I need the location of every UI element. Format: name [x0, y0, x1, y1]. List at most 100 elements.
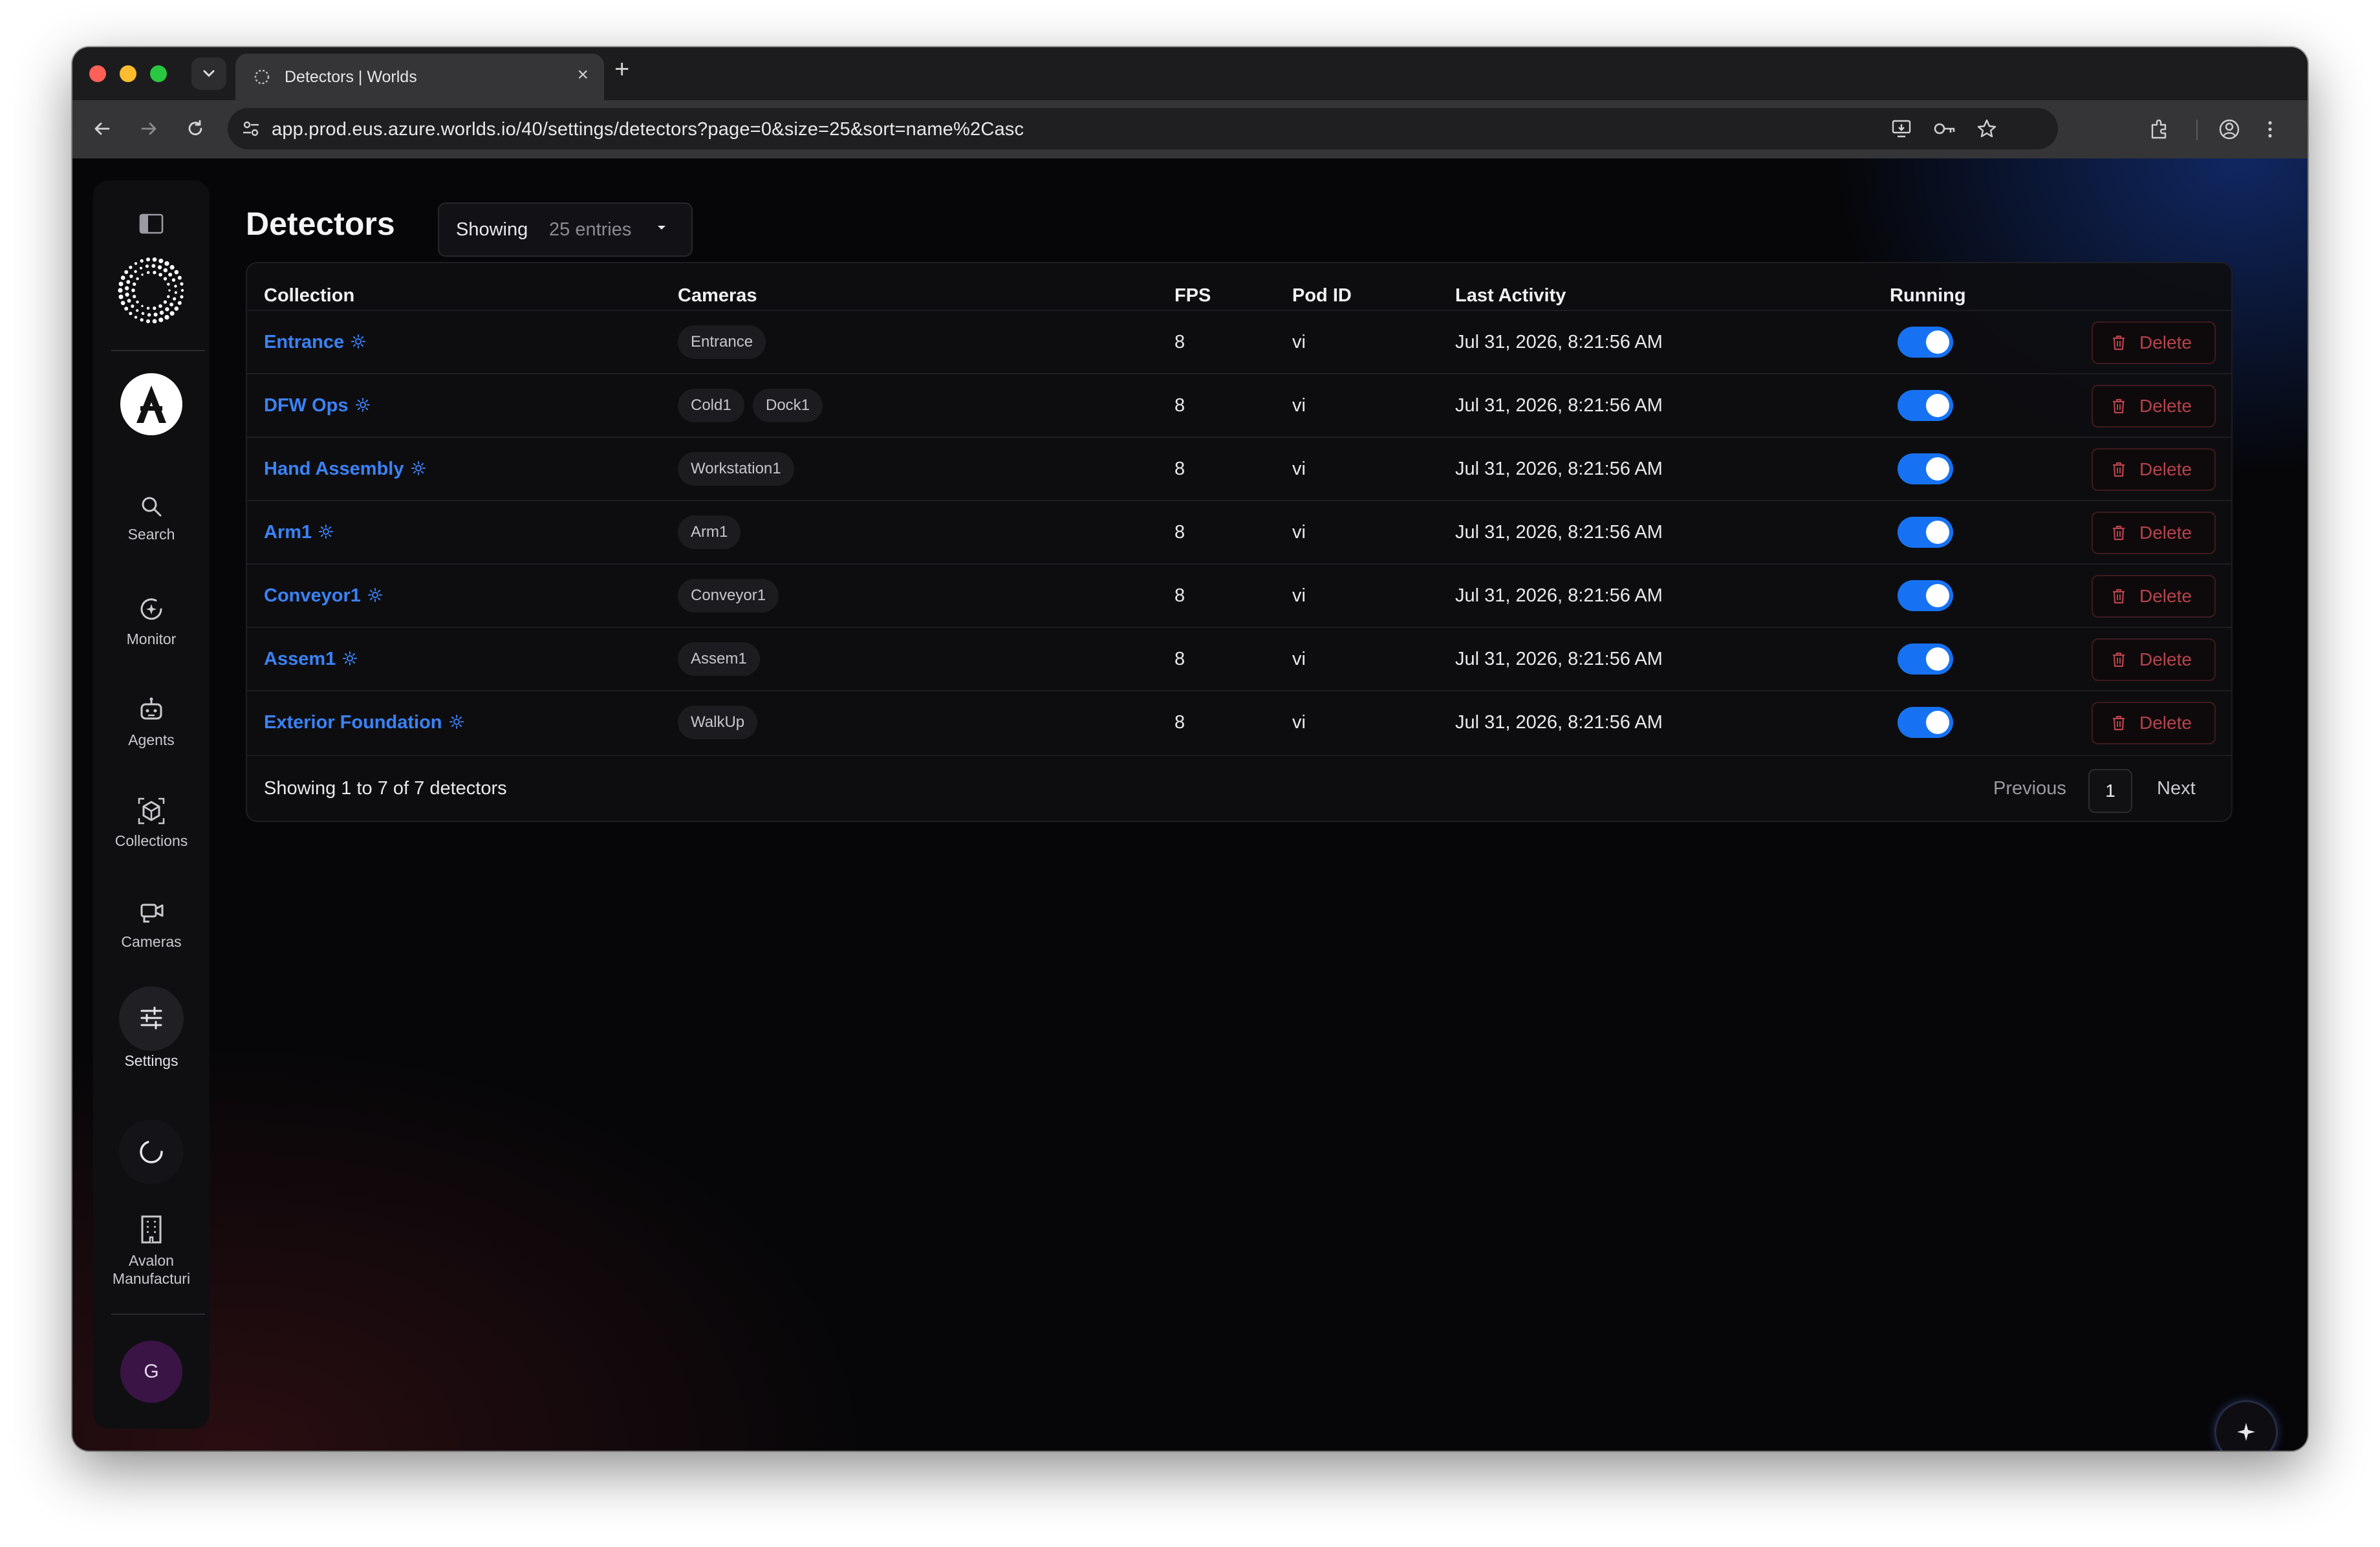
sync-button[interactable]	[119, 1120, 184, 1184]
detector-settings-icon[interactable]	[355, 397, 371, 413]
column-header-collection[interactable]: Collection	[264, 285, 354, 307]
address-bar[interactable]: app.prod.eus.azure.worlds.io/40/settings…	[228, 108, 2058, 149]
minimize-window-button[interactable]	[120, 65, 136, 82]
column-header-cameras[interactable]: Cameras	[678, 285, 757, 307]
more-menu-icon[interactable]	[2265, 118, 2275, 140]
sidebar-item-collections[interactable]: Collections	[93, 796, 210, 850]
delete-label: Delete	[2139, 332, 2192, 352]
sidebar-divider	[111, 350, 205, 351]
reload-icon[interactable]	[181, 114, 210, 143]
delete-button[interactable]: Delete	[2092, 638, 2216, 681]
detector-settings-icon[interactable]	[367, 587, 383, 603]
new-tab-button[interactable]: +	[614, 55, 629, 84]
running-toggle[interactable]	[1898, 644, 1953, 675]
org-a-logo-icon	[136, 385, 166, 423]
trash-icon	[2113, 589, 2125, 604]
sidebar-org-switcher[interactable]: Avalon Manufacturi	[93, 1214, 210, 1288]
bookmark-star-icon[interactable]	[1976, 118, 1997, 139]
collection-cell: Arm1	[264, 522, 334, 543]
collection-link[interactable]: Hand Assembly	[264, 459, 404, 479]
running-toggle[interactable]	[1898, 327, 1953, 358]
toggle-knob	[1926, 330, 1949, 354]
pod-id-cell: vi	[1292, 712, 1306, 733]
collection-cell: DFW Ops	[264, 395, 371, 416]
close-window-button[interactable]	[89, 65, 106, 82]
column-header-pod-id[interactable]: Pod ID	[1292, 285, 1352, 307]
collection-cell: Exterior Foundation	[264, 712, 464, 733]
sidebar-item-cameras[interactable]: Cameras	[93, 897, 210, 951]
next-page-button[interactable]: Next	[2157, 778, 2196, 799]
column-header-last-activity[interactable]: Last Activity	[1455, 285, 1566, 307]
running-toggle[interactable]	[1898, 517, 1953, 548]
ai-assistant-button[interactable]	[2214, 1400, 2278, 1451]
worlds-logo[interactable]	[116, 255, 186, 325]
pod-id-cell: vi	[1292, 522, 1306, 543]
camera-chip[interactable]: Workstation1	[678, 452, 794, 486]
browser-tab-active[interactable]: Detectors | Worlds ×	[235, 54, 604, 100]
camera-chip[interactable]: Assem1	[678, 642, 760, 676]
forward-icon[interactable]	[135, 114, 163, 143]
extensions-icon[interactable]	[2148, 118, 2170, 140]
last-activity-cell: Jul 31, 2026, 8:21:56 AM	[1455, 649, 1663, 669]
column-header-running[interactable]: Running	[1890, 285, 1966, 307]
camera-chip[interactable]: Arm1	[678, 515, 741, 549]
collection-link[interactable]: DFW Ops	[264, 395, 349, 416]
monitor-icon	[140, 598, 162, 620]
page-number-button[interactable]: 1	[2088, 769, 2132, 813]
collection-link[interactable]: Arm1	[264, 522, 312, 543]
detector-settings-icon[interactable]	[411, 460, 426, 476]
delete-button[interactable]: Delete	[2092, 448, 2216, 491]
tab-search-button[interactable]	[191, 58, 226, 90]
camera-chip[interactable]: WalkUp	[678, 706, 758, 739]
camera-chip[interactable]: Cold1	[678, 389, 744, 422]
site-settings-icon[interactable]	[242, 120, 260, 138]
refresh-spinner-icon	[140, 1140, 163, 1163]
camera-chip[interactable]: Dock1	[753, 389, 823, 422]
entries-select[interactable]: Showing 25 entries	[438, 202, 693, 257]
sidebar-item-monitor[interactable]: Monitor	[93, 594, 210, 648]
user-avatar[interactable]: G	[120, 1341, 182, 1403]
back-icon[interactable]	[88, 114, 116, 143]
previous-page-button[interactable]: Previous	[1993, 778, 2066, 799]
collection-cell: Conveyor1	[264, 585, 383, 607]
running-toggle[interactable]	[1898, 580, 1953, 611]
tab-title: Detectors | Worlds	[285, 68, 417, 86]
sidebar-item-label: Agents	[128, 731, 175, 748]
close-tab-icon[interactable]: ×	[577, 64, 589, 86]
sidebar-toggle-icon[interactable]	[138, 213, 164, 235]
trash-icon	[2113, 462, 2125, 477]
camera-chip[interactable]: Conveyor1	[678, 579, 779, 612]
detector-settings-icon[interactable]	[318, 524, 334, 539]
delete-button[interactable]: Delete	[2092, 321, 2216, 364]
sliders-icon	[140, 1006, 162, 1030]
install-app-icon[interactable]	[1891, 118, 1913, 139]
collection-link[interactable]: Entrance	[264, 332, 344, 352]
running-toggle[interactable]	[1898, 707, 1953, 738]
profile-icon[interactable]	[2218, 118, 2240, 140]
delete-button[interactable]: Delete	[2092, 385, 2216, 427]
browser-window: Detectors | Worlds × + app.prod.eus.azur…	[72, 47, 2308, 1451]
sidebar-divider	[111, 1314, 205, 1315]
maximize-window-button[interactable]	[150, 65, 167, 82]
collection-link[interactable]: Exterior Foundation	[264, 712, 442, 733]
camera-chip[interactable]: Entrance	[678, 325, 766, 359]
running-toggle[interactable]	[1898, 453, 1953, 484]
sidebar-item-agents[interactable]: Agents	[93, 695, 210, 749]
table-row: Conveyor1 Conveyor1 8 vi Jul 31, 2026, 8:21:…	[247, 563, 2231, 628]
sidebar-item-settings[interactable]: Settings	[93, 1003, 210, 1070]
password-key-icon[interactable]	[1932, 118, 1957, 139]
pod-id-cell: vi	[1292, 649, 1306, 669]
detector-settings-icon[interactable]	[342, 651, 358, 666]
delete-button[interactable]: Delete	[2092, 512, 2216, 554]
delete-button[interactable]: Delete	[2092, 575, 2216, 618]
delete-button[interactable]: Delete	[2092, 702, 2216, 744]
collection-link[interactable]: Assem1	[264, 649, 336, 669]
sidebar-item-search[interactable]: Search	[93, 493, 210, 543]
last-activity-cell: Jul 31, 2026, 8:21:56 AM	[1455, 712, 1663, 733]
column-header-fps[interactable]: FPS	[1174, 285, 1211, 307]
detector-settings-icon[interactable]	[449, 714, 464, 730]
detector-settings-icon[interactable]	[351, 334, 366, 349]
running-toggle[interactable]	[1898, 390, 1953, 421]
org-logo-avatar[interactable]	[120, 373, 182, 435]
collection-link[interactable]: Conveyor1	[264, 585, 361, 606]
